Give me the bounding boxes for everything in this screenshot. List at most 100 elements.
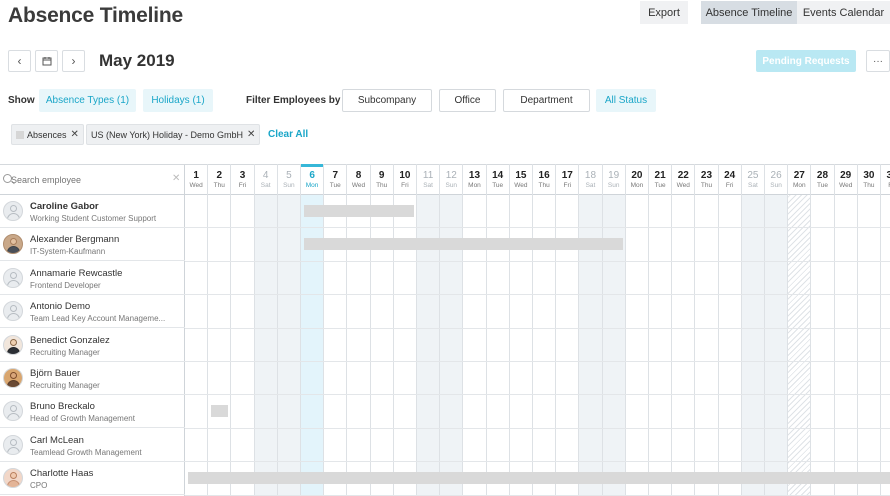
employee-row[interactable]: Bruno Breckalo Head of Growth Management: [0, 395, 185, 429]
day-header: 6 Mon: [301, 164, 324, 195]
employee-row[interactable]: Alexander Bergmann IT-System-Kaufmann: [0, 228, 185, 262]
avatar: [3, 468, 23, 489]
day-header: 21 Tue: [649, 164, 672, 195]
day-header: 3 Fri: [231, 164, 254, 195]
day-weekday: Sun: [283, 182, 295, 189]
day-weekday: Fri: [401, 182, 409, 189]
tab-absence-timeline[interactable]: Absence Timeline: [701, 1, 797, 24]
employee-role: IT-System-Kaufmann: [30, 247, 106, 257]
day-column: 5 Sun: [277, 164, 301, 496]
day-column: 19 Sun: [602, 164, 626, 496]
page-title: Absence Timeline: [8, 4, 183, 27]
day-header: 16 Thu: [533, 164, 556, 195]
pending-requests-button[interactable]: Pending Requests: [756, 50, 856, 72]
absence-bar[interactable]: [304, 205, 414, 217]
day-weekday: Thu: [538, 182, 550, 189]
absence-bar[interactable]: [188, 472, 890, 485]
day-header: 1 Wed: [185, 164, 208, 195]
more-icon: ···: [873, 55, 883, 67]
avatar: [3, 234, 23, 255]
subcompany-filter[interactable]: Subcompany: [342, 89, 432, 112]
day-weekday: Mon: [630, 182, 644, 189]
employee-row[interactable]: Annamarie Rewcastle Frontend Developer: [0, 262, 185, 295]
day-number: 1: [193, 170, 199, 181]
avatar: [3, 267, 23, 288]
more-options-button[interactable]: ···: [866, 50, 890, 72]
day-header: 10 Fri: [393, 164, 416, 195]
timeline-grid: ✕ Caroline Gabor Working Student Customer…: [0, 164, 890, 496]
day-number: 19: [608, 170, 620, 181]
day-header: 25 Sat: [741, 164, 764, 195]
day-number: 9: [378, 170, 385, 181]
day-weekday: Mon: [792, 182, 806, 189]
absences-tag: Absences ✕: [11, 124, 84, 145]
month-label: May 2019: [99, 51, 175, 70]
clear-search-icon[interactable]: ✕: [172, 173, 180, 184]
row-divider: [185, 260, 890, 262]
tab-events-calendar[interactable]: Events Calendar: [797, 1, 890, 24]
day-number: 26: [770, 170, 782, 181]
filter-employees-label: Filter Employees by: [246, 95, 341, 106]
row-divider: [185, 361, 890, 362]
day-weekday: Tue: [817, 182, 828, 189]
day-column: 11 Sat: [417, 164, 441, 496]
day-header: 9 Thu: [370, 164, 393, 195]
day-number: 2: [216, 170, 223, 181]
day-number: 25: [747, 170, 759, 181]
day-column: 25 Sat: [741, 164, 765, 496]
day-weekday: Wed: [839, 182, 853, 189]
avatar: [3, 334, 23, 355]
remove-absences-tag-icon[interactable]: ✕: [71, 129, 79, 140]
employee-row[interactable]: Carl McLean Teamlead Growth Management: [0, 429, 185, 462]
row-divider: [185, 394, 890, 396]
absence-bar[interactable]: [211, 405, 229, 418]
row-divider: [185, 294, 890, 296]
employee-row[interactable]: Caroline Gabor Working Student Customer S…: [0, 195, 185, 228]
day-column: 28 Tue: [811, 164, 835, 496]
day-header: 8 Wed: [347, 164, 370, 195]
day-weekday: Fri: [725, 182, 734, 189]
calendar-icon: [42, 57, 51, 66]
next-month-button[interactable]: ›: [62, 50, 85, 72]
remove-holiday-tag-icon[interactable]: ✕: [247, 129, 255, 140]
office-filter[interactable]: Office: [439, 89, 496, 112]
employee-row[interactable]: Antonio Demo Team Lead Key Account Manage…: [0, 295, 185, 329]
absence-types-filter[interactable]: Absence Types (1): [39, 89, 136, 112]
day-number: 23: [700, 170, 713, 181]
clear-all-link[interactable]: Clear All: [268, 129, 308, 140]
employee-search: ✕: [0, 164, 185, 195]
chevron-left-icon: ‹: [17, 54, 22, 68]
holidays-filter[interactable]: Holidays (1): [143, 89, 213, 112]
day-weekday: Fri: [563, 182, 572, 189]
employee-row[interactable]: Benedict Gonzalez Recruiting Manager: [0, 329, 185, 362]
employee-row[interactable]: Björn Bauer Recruiting Manager: [0, 362, 185, 395]
employee-role: Teamlead Growth Management: [30, 447, 142, 457]
day-weekday: Thu: [863, 182, 875, 189]
avatar: [3, 201, 23, 221]
status-filter[interactable]: All Status: [596, 89, 656, 112]
absence-bar[interactable]: [304, 238, 623, 251]
employee-role: Recruiting Manager: [30, 347, 100, 357]
filter-bar: Show Absence Types (1) Holidays (1) Filt…: [0, 89, 890, 113]
day-header: 4 Sat: [254, 164, 277, 195]
day-header: 28 Tue: [811, 164, 834, 195]
export-button[interactable]: Export: [640, 1, 688, 24]
absence-swatch: [16, 130, 24, 139]
day-header: 22 Wed: [672, 164, 695, 195]
department-filter[interactable]: Department: [503, 89, 590, 112]
search-input[interactable]: [11, 173, 161, 187]
employee-name: Caroline Gabor: [30, 201, 99, 212]
day-header: 31Fri: [881, 164, 890, 195]
day-number: 13: [468, 170, 481, 181]
employee-name: Alexander Bergmann: [30, 234, 120, 246]
day-header: 27 Mon: [788, 164, 811, 195]
day-column: 17 Fri: [556, 164, 580, 496]
calendar-picker-button[interactable]: [35, 50, 58, 72]
day-weekday: Mon: [305, 182, 319, 189]
day-header: 5 Sun: [277, 164, 300, 195]
day-column: 27 Mon: [788, 164, 812, 496]
day-weekday: Thu: [213, 182, 225, 189]
day-header: 24 Fri: [718, 164, 741, 195]
prev-month-button[interactable]: ‹: [8, 50, 31, 72]
employee-row[interactable]: Charlotte Haas CPO: [0, 462, 185, 496]
